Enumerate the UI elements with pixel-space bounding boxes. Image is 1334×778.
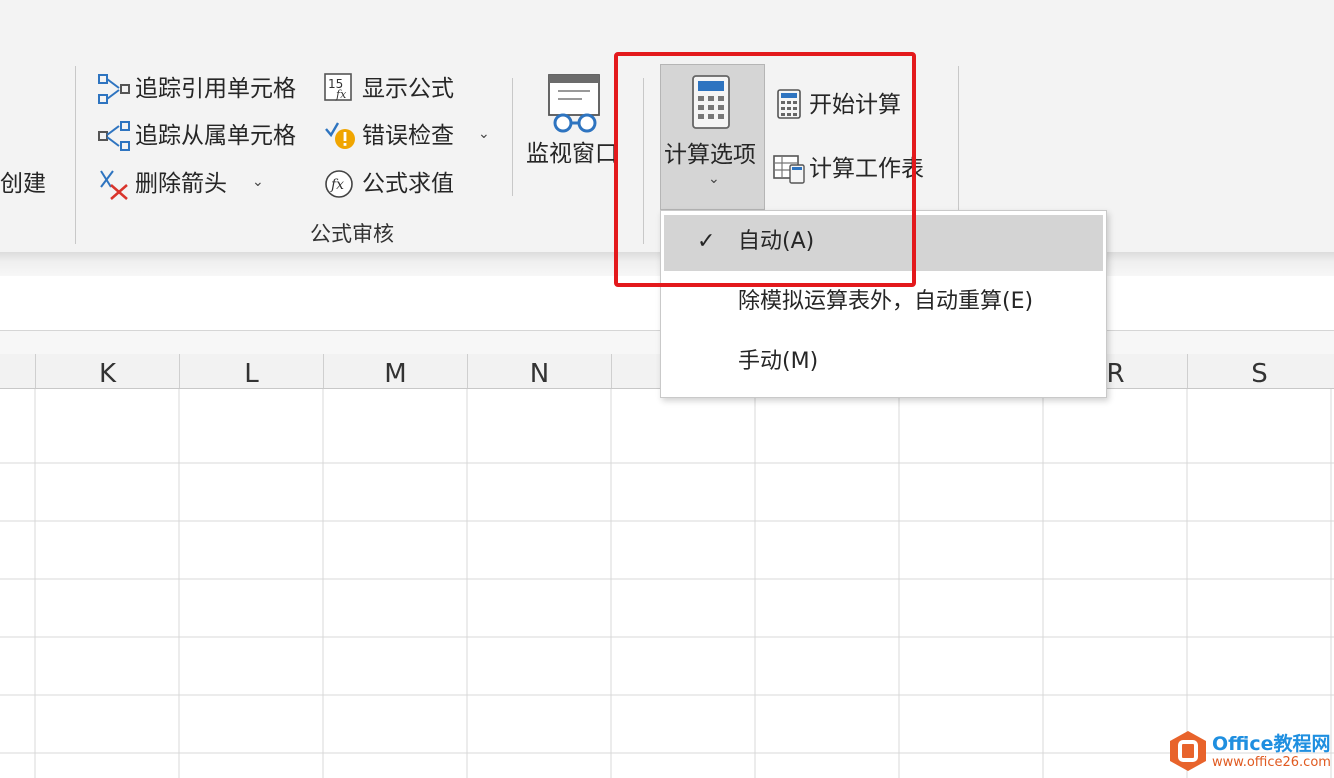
create-button-label[interactable]: 创建 xyxy=(0,170,46,198)
evaluate-formula-button[interactable]: 公式求值 xyxy=(362,170,454,198)
trace-precedents-icon xyxy=(98,74,130,104)
ribbon-separator xyxy=(75,66,76,244)
trace-dependents-icon xyxy=(98,121,130,151)
column-header-n[interactable]: N xyxy=(467,354,611,389)
watermark-brand: Office教程网 xyxy=(1212,733,1331,755)
show-formulas-icon: 15 fx xyxy=(324,73,352,101)
office-logo-icon xyxy=(1170,731,1206,771)
error-checking-button[interactable]: 错误检查 xyxy=(362,122,454,150)
column-header-s[interactable]: S xyxy=(1187,354,1331,389)
menu-item-manual[interactable]: 手动(M) xyxy=(661,335,1106,391)
ribbon-separator xyxy=(512,78,513,196)
cell-grid[interactable] xyxy=(0,389,1334,778)
watermark: Office教程网 www.office26.com xyxy=(1168,727,1334,778)
column-header-m[interactable]: M xyxy=(323,354,467,389)
column-header-k[interactable]: K xyxy=(35,354,179,389)
ribbon-separator xyxy=(958,66,959,218)
remove-arrows-button[interactable]: 删除箭头 xyxy=(135,170,227,198)
svg-text:fx: fx xyxy=(330,177,344,193)
chevron-down-icon[interactable]: ⌄ xyxy=(478,126,490,142)
show-formulas-button[interactable]: 显示公式 xyxy=(362,75,454,103)
watch-window-button[interactable]: 监视窗口 xyxy=(526,140,618,168)
highlight-box xyxy=(614,52,916,287)
menu-item-label: 除模拟运算表外，自动重算(E) xyxy=(738,289,1034,314)
watermark-url: www.office26.com xyxy=(1212,755,1331,770)
column-header-l[interactable]: L xyxy=(179,354,323,389)
trace-dependents-button[interactable]: 追踪从属单元格 xyxy=(135,122,296,150)
watch-window-icon xyxy=(548,74,600,133)
chevron-down-icon[interactable]: ⌄ xyxy=(252,174,264,190)
remove-arrows-icon xyxy=(100,170,128,200)
trace-precedents-button[interactable]: 追踪引用单元格 xyxy=(135,75,296,103)
svg-text:fx: fx xyxy=(335,88,347,101)
error-checking-icon xyxy=(325,122,355,149)
menu-item-label: 手动(M) xyxy=(738,349,819,374)
evaluate-formula-icon: fx xyxy=(325,170,353,198)
group-label-formula-auditing: 公式审核 xyxy=(310,222,394,246)
